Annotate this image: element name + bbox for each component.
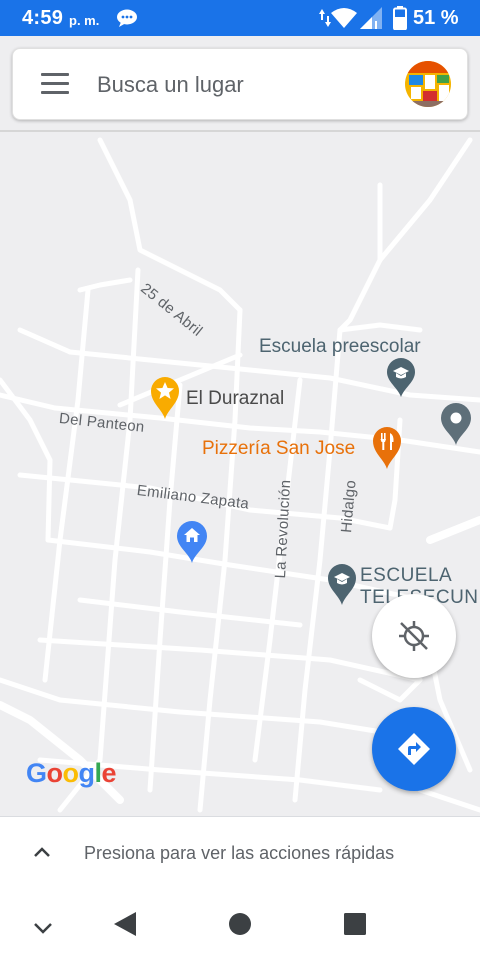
profile-avatar[interactable] <box>405 61 451 107</box>
star-icon[interactable] <box>150 376 180 420</box>
map-view[interactable]: 25 de Abril Del Panteon Emiliano Zapata … <box>0 36 480 816</box>
home-icon[interactable] <box>176 520 208 564</box>
school-icon[interactable] <box>386 358 416 398</box>
search-bar[interactable] <box>12 48 468 120</box>
my-location-button[interactable] <box>372 594 456 678</box>
quick-actions-sheet[interactable]: Presiona para ver las acciones rápidas <box>0 816 480 888</box>
map-top-divider <box>0 130 480 132</box>
back-icon[interactable] <box>112 910 138 938</box>
battery-icon <box>393 6 407 30</box>
quick-actions-hint: Presiona para ver las acciones rápidas <box>84 843 395 863</box>
place-label-escuela[interactable]: ESCUELA <box>360 565 452 587</box>
place-label-pizzeria-san-jose[interactable]: Pizzería San Jose <box>202 438 355 460</box>
home-circle-icon[interactable] <box>228 912 252 936</box>
menu-icon[interactable] <box>41 73 69 95</box>
place-pin-icon[interactable] <box>440 402 472 446</box>
crosshair-off-icon <box>399 621 429 651</box>
google-logo: Google <box>26 758 117 788</box>
place-label-el-duraznal[interactable]: El Duraznal <box>186 388 284 410</box>
directions-icon <box>398 733 430 765</box>
directions-button[interactable] <box>372 707 456 791</box>
place-label-escuela-preescolar[interactable]: Escuela preescolar <box>259 336 421 358</box>
recents-square-icon[interactable] <box>343 912 367 936</box>
status-ampm: p. m. <box>69 13 100 28</box>
restaurant-icon[interactable] <box>372 426 402 470</box>
chevron-up-icon[interactable] <box>32 845 52 859</box>
status-bar: 4:59 p. m. 51 % <box>0 0 480 36</box>
wifi-icon <box>331 8 357 28</box>
data-arrows-icon <box>319 9 331 27</box>
search-input[interactable] <box>97 69 387 101</box>
battery-percentage: 51 % <box>413 7 459 29</box>
message-icon <box>117 9 137 27</box>
school-icon[interactable] <box>327 564 357 606</box>
signal-icon <box>360 7 382 29</box>
system-nav-bar <box>0 888 480 960</box>
chevron-down-icon[interactable] <box>32 920 54 936</box>
status-time: 4:59 <box>22 7 64 29</box>
